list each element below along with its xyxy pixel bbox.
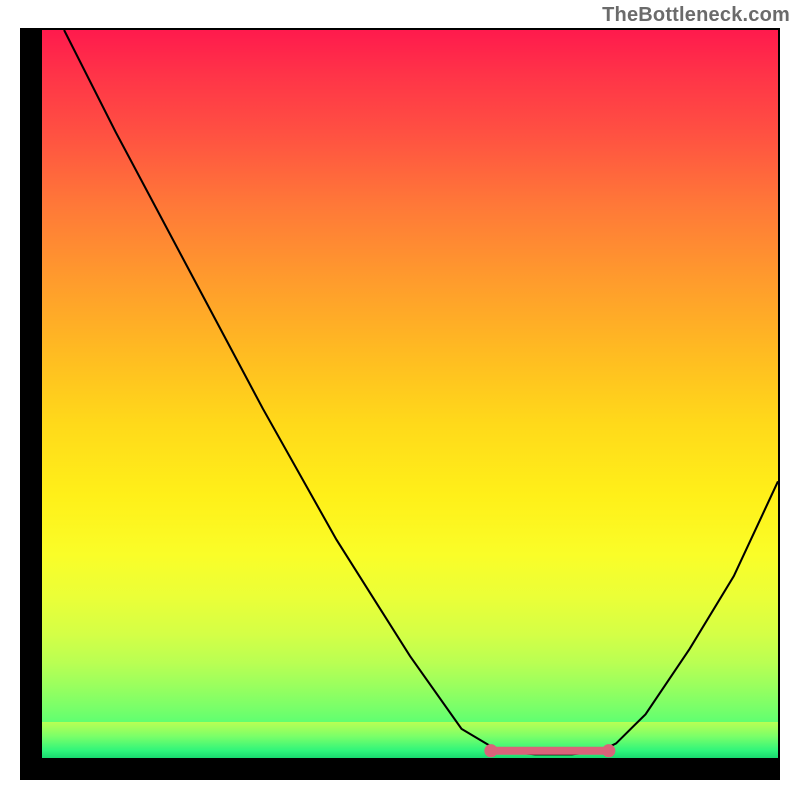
curve-line — [64, 30, 778, 754]
plot-frame — [20, 28, 780, 780]
watermark-text: TheBottleneck.com — [602, 4, 790, 27]
chart-overlay — [42, 30, 778, 758]
chart-container: TheBottleneck.com — [0, 0, 800, 800]
plot-area — [42, 30, 778, 758]
